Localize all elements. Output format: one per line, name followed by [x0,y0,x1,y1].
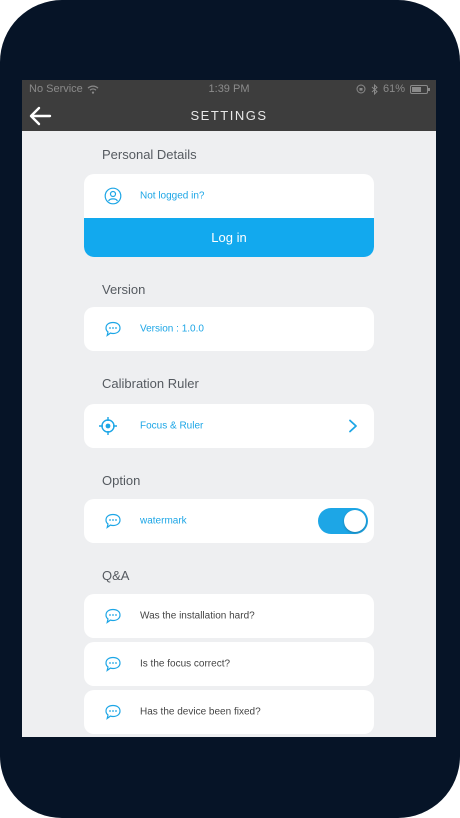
version-text: Version : 1.0.0 [140,323,204,335]
toggle-knob [344,510,366,532]
orientation-lock-icon [356,84,366,94]
section-title-qa: Q&A [102,568,130,583]
user-circle-icon [104,187,122,205]
watermark-row: watermark [84,499,374,543]
crosshair-target-icon [99,417,117,435]
chat-bubble-icon [105,704,121,720]
version-card: Version : 1.0.0 [84,307,374,351]
watermark-toggle[interactable] [318,508,368,534]
battery-icon [410,84,430,94]
nav-bar: SETTINGS [22,100,436,131]
login-status-row[interactable]: Not logged in? [84,174,374,218]
qa-item[interactable]: Has the device been fixed? [84,690,374,734]
phone-frame: No Service 1:39 PM 61% SETTINGS Personal… [0,0,460,818]
qa-item[interactable]: Was the installation hard? [84,594,374,638]
focus-ruler-row[interactable]: Focus & Ruler [84,404,374,448]
focus-ruler-label: Focus & Ruler [140,420,204,432]
qa-question: Was the installation hard? [140,610,255,622]
bluetooth-icon [371,83,378,95]
app-screen: No Service 1:39 PM 61% SETTINGS Personal… [22,80,436,737]
chat-bubble-icon [105,513,121,529]
status-right: 61% [356,83,430,95]
page-title: SETTINGS [190,108,268,123]
qa-question: Has the device been fixed? [140,706,261,718]
login-button[interactable]: Log in [84,218,374,257]
section-title-version: Version [102,282,146,297]
watermark-label: watermark [140,515,187,527]
section-title-option: Option [102,473,141,488]
personal-details-card: Not logged in? Log in [84,174,374,257]
chat-bubble-icon [105,321,121,337]
section-title-personal: Personal Details [102,147,197,162]
login-status-text: Not logged in? [140,190,205,202]
chat-bubble-icon [105,656,121,672]
section-title-calibration: Calibration Ruler [102,376,199,391]
battery-percent: 61% [382,83,405,95]
status-bar: No Service 1:39 PM 61% [22,80,436,100]
qa-question: Is the focus correct? [140,658,231,670]
chat-bubble-icon [105,608,121,624]
qa-item[interactable]: Is the focus correct? [84,642,374,686]
chevron-right-icon [349,419,357,433]
